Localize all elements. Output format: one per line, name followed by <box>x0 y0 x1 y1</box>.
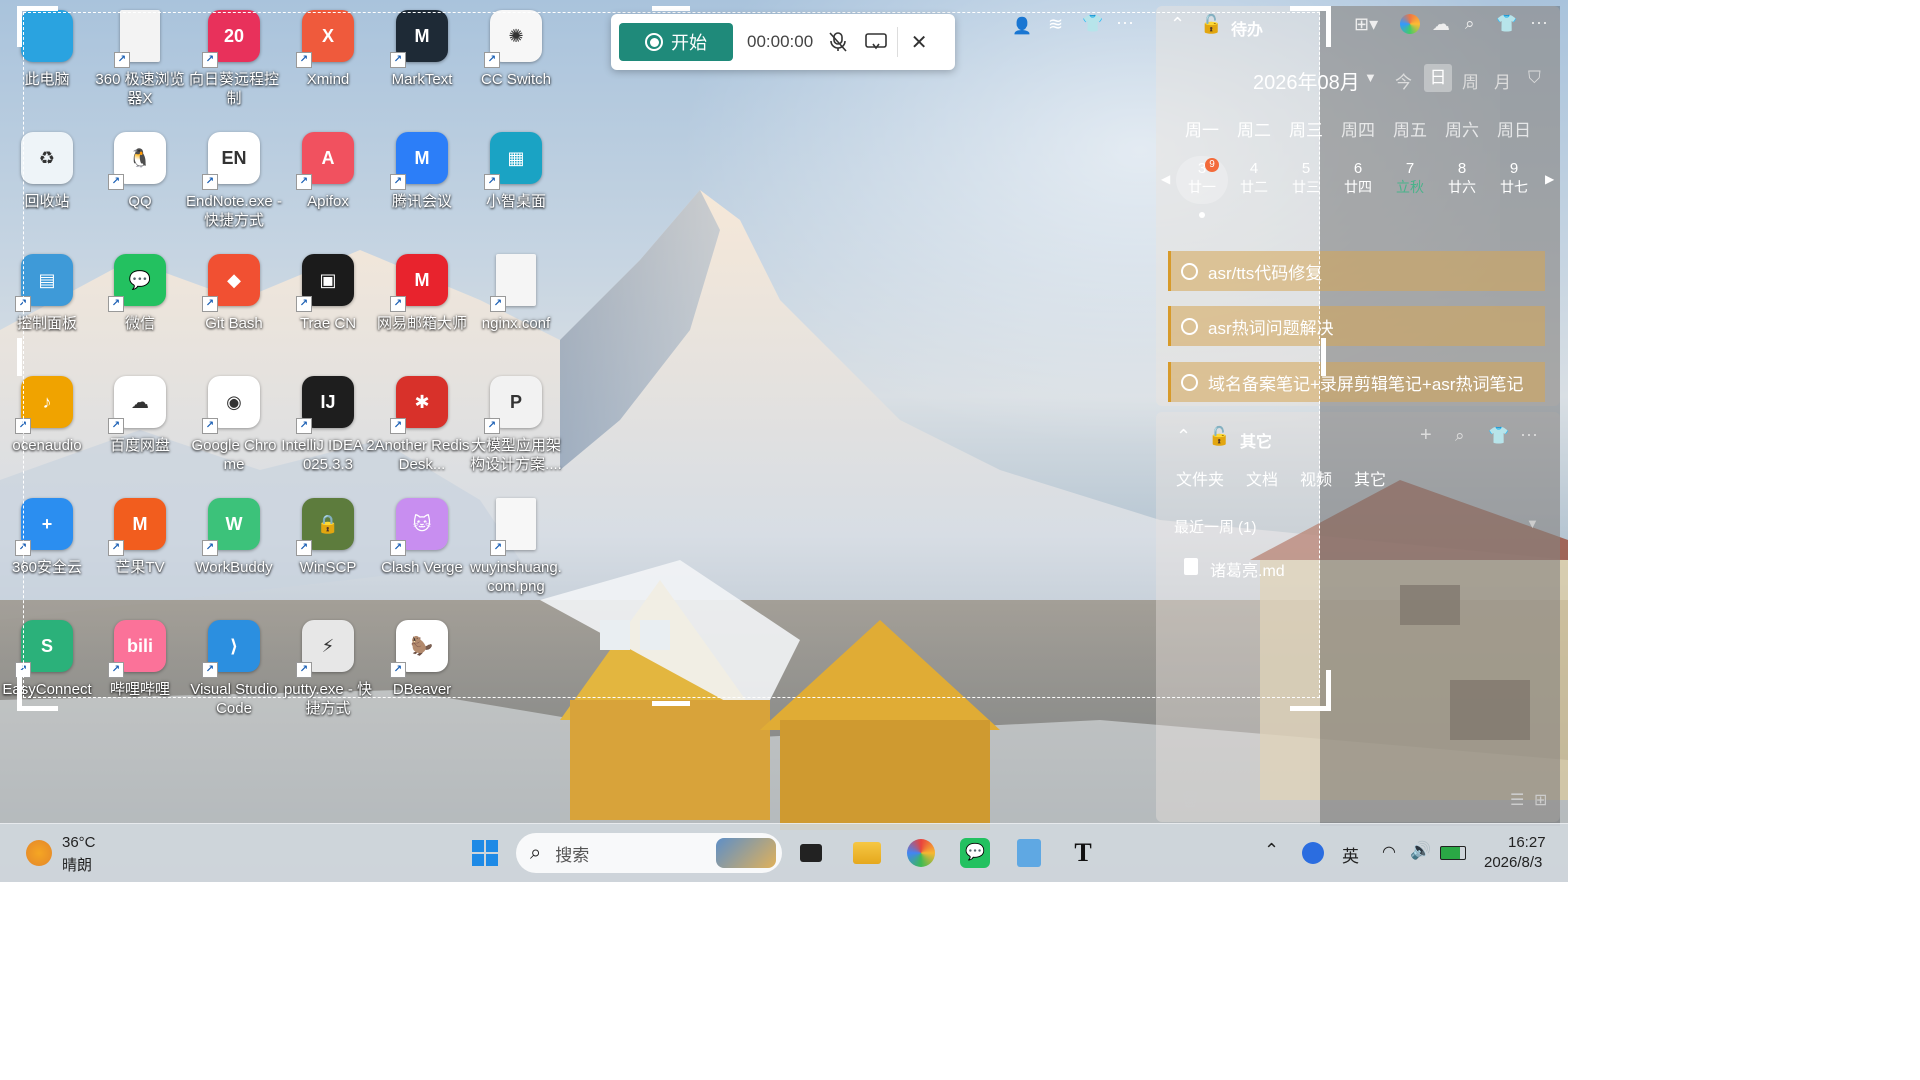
month-dropdown-icon[interactable]: ▼ <box>1364 70 1377 85</box>
shirt-icon[interactable]: 👕 <box>1496 14 1517 34</box>
weekday-label: 周五 <box>1393 121 1427 140</box>
view-month-button[interactable]: 月 <box>1494 68 1511 93</box>
calendar-day-number: 6 <box>1353 160 1363 177</box>
battery-icon[interactable] <box>1440 846 1466 860</box>
person-icon[interactable]: 👤 <box>1012 16 1032 36</box>
trash-icon[interactable]: 🗑 <box>1180 790 1200 810</box>
shirt-icon[interactable]: 👕 <box>1488 426 1509 446</box>
grid-icon[interactable]: ⊞▾ <box>1354 14 1378 35</box>
system-audio-icon[interactable] <box>861 27 891 57</box>
weekday-label: 周四 <box>1341 121 1375 140</box>
next-week-icon[interactable]: ▶ <box>1545 172 1554 186</box>
search-icon: ⌕ <box>530 841 542 864</box>
cloud-icon[interactable]: ☁ <box>1432 14 1450 35</box>
view-day-button[interactable]: 日 <box>1424 64 1452 92</box>
recording-region-selection[interactable] <box>23 12 1320 698</box>
selection-edge-handle[interactable] <box>652 6 690 11</box>
start-recording-button[interactable]: 开始 <box>619 23 733 61</box>
task-view-icon[interactable] <box>794 836 828 870</box>
color-picker-icon[interactable] <box>1400 14 1420 34</box>
weather-sun-icon[interactable] <box>26 840 52 866</box>
mic-muted-icon[interactable] <box>823 27 853 57</box>
shirt-icon[interactable]: 👕 <box>1082 14 1103 34</box>
calendar-day-number: 8 <box>1457 160 1467 177</box>
search-icon[interactable]: ⌕ <box>1455 426 1465 446</box>
group-expand-icon[interactable]: ▼ <box>1526 516 1539 531</box>
browser-360-icon[interactable] <box>904 836 938 870</box>
layout-icon[interactable]: ⊞ <box>1534 790 1547 810</box>
screen-recorder-toolbar: 开始 00:00:00 ✕ <box>611 14 955 70</box>
calendar-day[interactable]: 7 立秋 <box>1384 156 1436 204</box>
record-icon <box>645 33 663 51</box>
calendar-day-number: 9 <box>1509 160 1519 177</box>
toolbar-divider <box>897 27 899 57</box>
tray-app-icon[interactable] <box>1302 842 1324 864</box>
notepad-icon[interactable] <box>1012 836 1046 870</box>
view-today-button[interactable]: 今 <box>1395 68 1412 93</box>
calendar-day[interactable]: 6 廿四 <box>1332 156 1384 204</box>
selection-edge-handle[interactable] <box>652 701 690 706</box>
tab-other[interactable]: 其它 <box>1354 466 1386 490</box>
more-icon[interactable]: ··· <box>1520 424 1538 445</box>
calendar-day-number: 7 <box>1405 160 1415 177</box>
calendar-lunar-date: 廿四 <box>1344 179 1372 195</box>
sort-icon[interactable]: ☰ <box>1510 790 1524 810</box>
start-button[interactable] <box>468 836 502 870</box>
more-icon[interactable]: ··· <box>1530 12 1548 33</box>
taskbar: 36°C 晴朗 ⌕ 搜索 💬 T ⌃ 英 ◠ 🔊 16:27 2026/8/3 <box>0 823 1568 882</box>
volume-icon[interactable]: 🔊 <box>1410 841 1431 861</box>
layers-icon[interactable]: ≋ <box>1048 14 1063 35</box>
search-icon[interactable]: ⌕ <box>1465 14 1475 34</box>
filter-icon[interactable]: ⛉ <box>1528 68 1541 88</box>
selection-corner-handle[interactable] <box>17 6 58 47</box>
search-highlight-image <box>716 838 776 868</box>
weekday-label: 周六 <box>1445 121 1479 140</box>
calendar-lunar-date: 廿七 <box>1500 179 1528 195</box>
input-method-indicator[interactable]: 英 <box>1342 842 1359 867</box>
search-placeholder: 搜索 <box>555 845 590 865</box>
selection-edge-handle[interactable] <box>17 338 22 376</box>
wechat-icon[interactable]: 💬 <box>958 836 992 870</box>
selection-corner-handle[interactable] <box>17 670 58 711</box>
selection-corner-handle[interactable] <box>1290 670 1331 711</box>
weather-temperature[interactable]: 36°C <box>62 834 96 851</box>
add-icon[interactable]: + <box>1420 424 1432 447</box>
weekday-label: 周日 <box>1497 121 1531 140</box>
recording-timer: 00:00:00 <box>747 32 814 51</box>
clock-time[interactable]: 16:27 <box>1508 834 1546 851</box>
calendar-lunar-date: 立秋 <box>1396 179 1424 195</box>
start-recording-label: 开始 <box>671 33 707 53</box>
selection-corner-handle[interactable] <box>1290 6 1331 47</box>
wifi-icon[interactable]: ◠ <box>1382 842 1396 862</box>
calendar-lunar-date: 廿六 <box>1448 179 1476 195</box>
selection-edge-handle[interactable] <box>1321 338 1326 376</box>
close-icon[interactable]: ✕ <box>904 27 934 57</box>
file-explorer-icon[interactable] <box>850 836 884 870</box>
calendar-day[interactable]: 8 廿六 <box>1436 156 1488 204</box>
more-icon[interactable]: ··· <box>1116 12 1134 33</box>
clock-date[interactable]: 2026/8/3 <box>1484 854 1542 871</box>
search-box[interactable]: ⌕ 搜索 <box>516 833 782 873</box>
calendar-day[interactable]: 9 廿七 <box>1488 156 1540 204</box>
tray-chevron-icon[interactable]: ⌃ <box>1264 840 1279 861</box>
view-week-button[interactable]: 周 <box>1462 68 1479 93</box>
desktop-screen: 此电脑 ↗ 360 极速浏览器X 20 ↗ 向日葵远程控制 X ↗ Xmind M ↗ MarkTex… <box>0 0 1568 882</box>
typora-icon[interactable]: T <box>1066 836 1100 870</box>
weather-description[interactable]: 晴朗 <box>62 854 92 875</box>
